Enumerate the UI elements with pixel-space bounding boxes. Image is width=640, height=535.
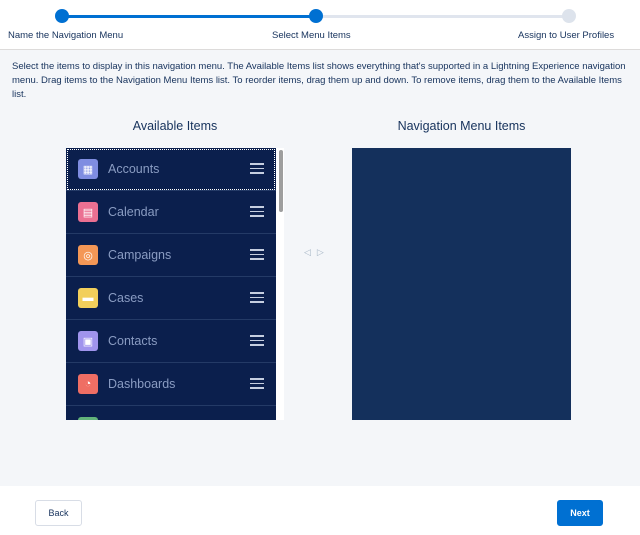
drag-handle-icon[interactable] xyxy=(250,163,264,174)
step-3-label: Assign to User Profiles xyxy=(518,30,615,41)
scrollbar-thumb[interactable] xyxy=(279,150,283,212)
cases-icon: ▬ xyxy=(78,288,98,308)
list-item[interactable]: ▦ Accounts xyxy=(66,148,276,191)
navigation-menu-items-list[interactable] xyxy=(352,148,571,420)
move-left-icon[interactable]: ◁ xyxy=(304,247,317,258)
step-2-label: Select Menu Items xyxy=(272,30,351,41)
step-1-label: Name the Navigation Menu xyxy=(8,30,124,41)
back-button[interactable]: Back xyxy=(35,500,82,526)
list-item-label: Calendar xyxy=(108,205,159,219)
list-item[interactable] xyxy=(66,406,276,420)
drag-handle-icon[interactable] xyxy=(250,335,264,346)
list-item-label: Campaigns xyxy=(108,248,172,262)
available-items-list[interactable]: ▦ Accounts ▤ Calendar ◎ Campaigns ▬ Cases ▣ Conta… xyxy=(66,148,276,420)
partial-item-icon xyxy=(78,417,98,420)
drag-handle-icon[interactable] xyxy=(250,292,264,303)
progress-track-remaining xyxy=(316,15,569,18)
drag-handle-icon[interactable] xyxy=(250,378,264,389)
campaigns-icon: ◎ xyxy=(78,245,98,265)
list-item-label: Cases xyxy=(108,291,144,305)
progress-track-complete xyxy=(62,15,316,18)
list-item-label: Dashboards xyxy=(108,377,176,391)
available-items-scrollbar[interactable] xyxy=(278,148,284,420)
step-1-indicator[interactable] xyxy=(55,9,69,23)
list-item-label: Contacts xyxy=(108,334,158,348)
footer: Back Next xyxy=(0,486,640,535)
available-items-title: Available Items xyxy=(132,119,218,133)
next-button[interactable]: Next xyxy=(557,500,603,526)
list-item[interactable]: ▬ Cases xyxy=(66,277,276,320)
list-item[interactable]: ▣ Contacts xyxy=(66,320,276,363)
step-3-indicator[interactable] xyxy=(562,9,576,23)
main-content: Select the items to display in this navi… xyxy=(0,50,640,486)
move-right-icon[interactable]: ▷ xyxy=(317,247,330,258)
contacts-icon: ▣ xyxy=(78,331,98,351)
step-2-indicator[interactable] xyxy=(309,9,323,23)
list-item[interactable]: ◔ Dashboards xyxy=(66,363,276,406)
drag-handle-icon[interactable] xyxy=(250,249,264,260)
instructions-text: Select the items to display in this navi… xyxy=(12,61,626,100)
move-controls: ◁▷ xyxy=(304,247,330,258)
list-item[interactable]: ▤ Calendar xyxy=(66,191,276,234)
calendar-icon: ▤ xyxy=(78,202,98,222)
drag-handle-icon[interactable] xyxy=(250,206,264,217)
list-item-label: Accounts xyxy=(108,162,160,176)
navigation-menu-items-title: Navigation Menu Items xyxy=(397,119,526,133)
accounts-icon: ▦ xyxy=(78,159,98,179)
available-items-box: ▦ Accounts ▤ Calendar ◎ Campaigns ▬ Cases ▣ Conta… xyxy=(66,148,284,420)
progress-indicator: Name the Navigation Menu Select Menu Ite… xyxy=(0,0,640,50)
list-item[interactable]: ◎ Campaigns xyxy=(66,234,276,277)
dashboards-icon: ◔ xyxy=(78,374,98,394)
